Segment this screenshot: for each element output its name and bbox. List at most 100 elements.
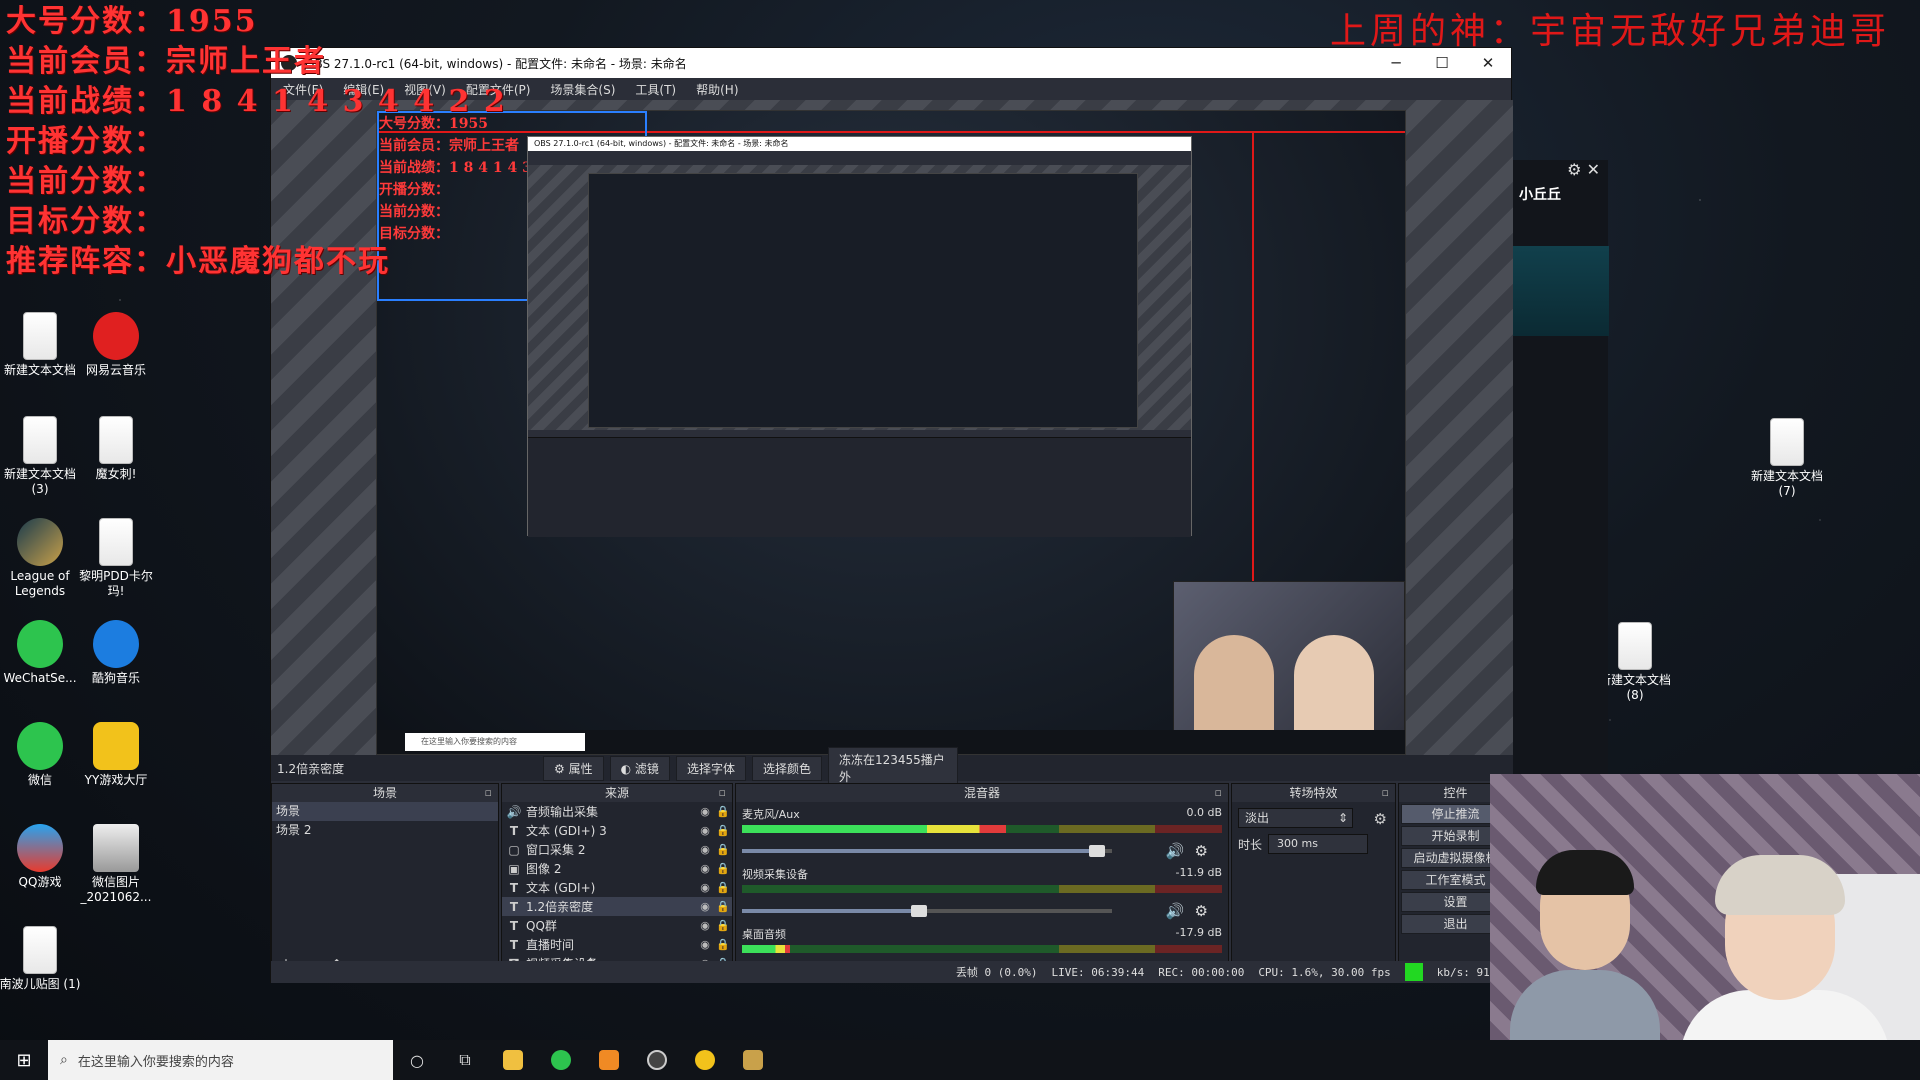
text-icon: T xyxy=(509,918,519,933)
menu-help[interactable]: 帮助(H) xyxy=(696,81,738,98)
channel-db: -11.9 dB xyxy=(1175,866,1223,879)
audio-mixer-dock: 混音器 麦克风/Aux0.0 dB 🔊⚙ 视频采集设备-11.9 dB 🔊⚙ 桌… xyxy=(735,783,1229,983)
speaker-icon[interactable]: 🔊 xyxy=(1166,842,1195,860)
source-item[interactable]: 🔊 音频输出采集 ◉ 🔒 xyxy=(502,802,732,821)
desktop-icon[interactable]: WeChatSe... xyxy=(0,620,82,686)
desktop-icon[interactable]: 新建文本文档 (7) xyxy=(1745,418,1829,499)
lock-icon[interactable]: 🔒 xyxy=(714,805,732,818)
desktop-icon[interactable]: QQ游戏 xyxy=(0,824,82,890)
eye-icon[interactable]: ◉ xyxy=(696,805,714,818)
scene-item[interactable]: 场景 xyxy=(272,802,498,821)
select-color-button[interactable]: 选择颜色 xyxy=(751,755,822,781)
eye-icon[interactable]: ◉ xyxy=(696,843,714,856)
wechat-taskbar-icon[interactable] xyxy=(537,1040,585,1080)
lock-icon[interactable]: 🔒 xyxy=(714,824,732,837)
window-icon: ▢ xyxy=(508,842,520,857)
lock-icon[interactable]: 🔒 xyxy=(714,881,732,894)
gear-icon[interactable]: ⚙ xyxy=(1195,902,1218,920)
desktop-icon[interactable]: YY游戏大厅 xyxy=(74,722,158,788)
desktop-icon[interactable]: 酷狗音乐 xyxy=(74,620,158,686)
desktop-icon-label: QQ游戏 xyxy=(18,875,62,889)
volume-slider[interactable] xyxy=(742,844,1112,858)
status-bar: 丢帧 0 (0.0%) LIVE: 06:39:44 REC: 00:00:00… xyxy=(271,961,1513,983)
eye-icon[interactable]: ◉ xyxy=(696,881,714,894)
source-item[interactable]: T 1.2倍亲密度 ◉ 🔒 xyxy=(502,897,732,916)
lock-icon[interactable]: 🔒 xyxy=(714,919,732,932)
overlay-line: 当前会员：宗师上王者 xyxy=(6,44,326,79)
desktop-icon-label: 新建文本文档 (8) xyxy=(1598,673,1671,702)
source-item[interactable]: T QQ群 ◉ 🔒 xyxy=(502,916,732,935)
gear-icon[interactable]: ⚙ xyxy=(1374,810,1387,828)
app-taskbar-icon[interactable] xyxy=(585,1040,633,1080)
filters-button[interactable]: ◐ 滤镜 xyxy=(609,755,670,781)
source-item[interactable]: T 文本 (GDI+) 3 ◉ 🔒 xyxy=(502,821,732,840)
properties-label: 属性 xyxy=(568,761,593,776)
volume-meter xyxy=(742,945,1222,953)
close-icon[interactable]: ✕ xyxy=(1587,160,1600,179)
windows-start-icon[interactable]: ⊞ xyxy=(0,1040,48,1080)
desktop-icon-label: 黎明PDD卡尔玛! xyxy=(79,569,153,598)
browser-taskbar-icon[interactable] xyxy=(681,1040,729,1080)
source-item[interactable]: ▢ 窗口采集 2 ◉ 🔒 xyxy=(502,840,732,859)
transition-select[interactable]: 淡出 ⇕ xyxy=(1238,808,1353,828)
lock-icon[interactable]: 🔒 xyxy=(714,862,732,875)
gear-icon[interactable]: ⚙ xyxy=(1567,160,1581,179)
source-name: 窗口采集 2 xyxy=(526,843,586,857)
taskbar-search[interactable]: ⌕ 在这里输入你要搜索的内容 xyxy=(48,1040,393,1080)
eye-icon[interactable]: ◉ xyxy=(696,938,714,951)
menu-tools[interactable]: 工具(T) xyxy=(635,81,676,98)
lol-taskbar-icon[interactable] xyxy=(729,1040,777,1080)
scene-item[interactable]: 场景 2 xyxy=(272,821,498,840)
source-item[interactable]: ▣ 图像 2 ◉ 🔒 xyxy=(502,859,732,878)
menu-scene-collection[interactable]: 场景集合(S) xyxy=(550,81,615,98)
transitions-dock: 转场特效 淡出 ⇕ ⚙ 时长 300 ms xyxy=(1231,783,1396,983)
doc-icon xyxy=(1618,622,1652,670)
channel-db: 0.0 dB xyxy=(1186,806,1222,819)
desktop-icon[interactable]: 黎明PDD卡尔玛! xyxy=(74,518,158,599)
minimize-button[interactable]: ─ xyxy=(1373,54,1419,72)
desktop-icon[interactable]: 南波儿贴图 (1) xyxy=(0,926,82,992)
desktop-icon[interactable]: 微信 xyxy=(0,722,82,788)
kugou-icon xyxy=(93,620,139,668)
desktop-icon-label: 网易云音乐 xyxy=(85,363,146,377)
eye-icon[interactable]: ◉ xyxy=(696,824,714,837)
gear-icon[interactable]: ⚙ xyxy=(1195,842,1218,860)
desktop-icon[interactable]: 魔女刺! xyxy=(74,416,158,482)
cortana-icon[interactable]: ○ xyxy=(393,1040,441,1080)
desktop-icon[interactable]: 新建文本文档 (3) xyxy=(0,416,82,497)
desktop-icon[interactable]: 新建文本文档 xyxy=(0,312,82,378)
desktop-icon[interactable]: League of Legends xyxy=(0,518,82,599)
nested-obs-capture xyxy=(588,173,1138,428)
lock-icon[interactable]: 🔒 xyxy=(714,938,732,951)
file-explorer-icon[interactable] xyxy=(489,1040,537,1080)
source-name: 音频输出采集 xyxy=(526,805,599,819)
nested-obs-window: OBS 27.1.0-rc1 (64-bit, windows) - 配置文件:… xyxy=(527,136,1192,537)
eye-icon[interactable]: ◉ xyxy=(696,900,714,913)
desktop-icon-label: YY游戏大厅 xyxy=(84,773,148,787)
speaker-icon[interactable]: 🔊 xyxy=(1166,902,1195,920)
volume-slider[interactable] xyxy=(742,904,1112,918)
source-item[interactable]: T 文本 (GDI+) ◉ 🔒 xyxy=(502,878,732,897)
obs-taskbar-icon[interactable] xyxy=(633,1040,681,1080)
task-view-icon[interactable]: ⧉ xyxy=(441,1040,489,1080)
side-window-controls[interactable]: ⚙ ✕ xyxy=(1513,160,1608,184)
sources-dock: 来源 🔊音频输出采集◉🔒 T文本 (GDI+) 3◉🔒 ▢窗口采集 2◉🔒 ▣图… xyxy=(501,783,733,983)
maximize-button[interactable]: ☐ xyxy=(1419,54,1465,72)
overlay-line: 大号分数：1955 xyxy=(6,4,258,39)
close-button[interactable]: ✕ xyxy=(1465,54,1511,72)
desktop-icon-label: 新建文本文档 xyxy=(3,363,76,377)
lock-icon[interactable]: 🔒 xyxy=(714,843,732,856)
eye-icon[interactable]: ◉ xyxy=(696,862,714,875)
doc-icon xyxy=(23,416,57,464)
desktop-icon-label: 微信 xyxy=(27,773,52,787)
duration-input[interactable]: 300 ms xyxy=(1268,834,1369,854)
lock-icon[interactable]: 🔒 xyxy=(714,900,732,913)
live-time: LIVE: 06:39:44 xyxy=(1051,965,1145,979)
eye-icon[interactable]: ◉ xyxy=(696,919,714,932)
desktop-icon[interactable]: 微信图片_2021062... xyxy=(74,824,158,905)
select-font-button[interactable]: 选择字体 xyxy=(675,755,746,781)
nested-obs-title: OBS 27.1.0-rc1 (64-bit, windows) - 配置文件:… xyxy=(528,137,1191,151)
properties-button[interactable]: ⚙ 属性 xyxy=(543,755,604,781)
desktop-icon[interactable]: 网易云音乐 xyxy=(74,312,158,378)
rec-time: REC: 00:00:00 xyxy=(1158,965,1245,979)
